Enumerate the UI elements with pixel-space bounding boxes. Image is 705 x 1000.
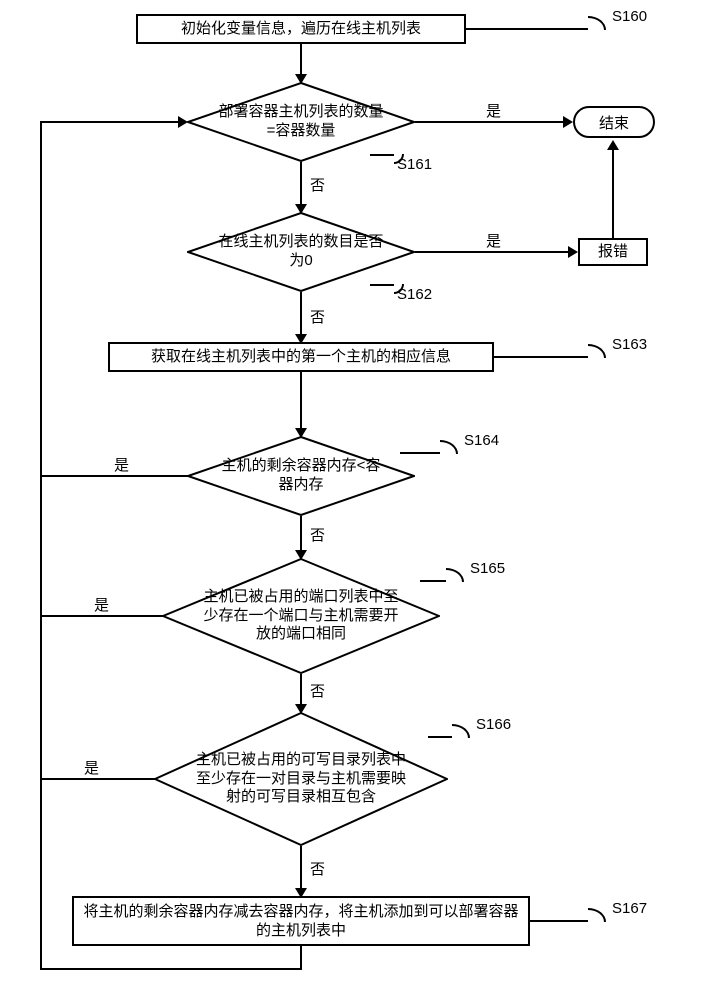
- yes-label-s166: 是: [82, 757, 101, 778]
- step-s167-tag: S167: [610, 900, 649, 917]
- no-label-s161: 否: [308, 174, 327, 195]
- step-s160-tag: S160: [610, 8, 649, 25]
- no-label-s166: 否: [308, 858, 327, 879]
- error-node: 报错: [578, 238, 648, 266]
- decision-s166-text: 主机已被占用的可写目录列表中至少存在一对目录与主机需要映射的可写目录相互包含: [154, 751, 448, 807]
- end-node: 结束: [573, 106, 655, 138]
- decision-s166-tag: S166: [474, 716, 513, 733]
- yes-label-s161: 是: [484, 100, 503, 121]
- decision-s164-text: 主机的剩余容器内存<容器内存: [187, 457, 415, 495]
- yes-label-s164: 是: [112, 454, 131, 475]
- decision-s164-tag: S164: [462, 432, 501, 449]
- no-label-s162: 否: [308, 306, 327, 327]
- step-s160-text: 初始化变量信息，遍历在线主机列表: [181, 19, 421, 39]
- step-s163-text: 获取在线主机列表中的第一个主机的相应信息: [151, 347, 451, 367]
- decision-s165-text: 主机已被占用的端口列表中至少存在一个端口与主机需要开放的端口相同: [162, 588, 440, 644]
- decision-s161-text: 部署容器主机列表的数量=容器数量: [187, 103, 415, 141]
- step-s163: 获取在线主机列表中的第一个主机的相应信息: [108, 342, 494, 372]
- decision-s166: 主机已被占用的可写目录列表中至少存在一对目录与主机需要映射的可写目录相互包含: [154, 712, 448, 846]
- decision-s161: 部署容器主机列表的数量=容器数量: [187, 82, 415, 162]
- decision-s162: 在线主机列表的数目是否为0: [187, 212, 415, 292]
- error-text: 报错: [598, 242, 628, 262]
- yes-label-s165: 是: [92, 594, 111, 615]
- feedback-bus: [40, 122, 42, 970]
- decision-s165: 主机已被占用的端口列表中至少存在一个端口与主机需要开放的端口相同: [162, 558, 440, 674]
- end-text: 结束: [599, 112, 629, 133]
- no-label-s164: 否: [308, 524, 327, 545]
- step-s167-text: 将主机的剩余容器内存减去容器内存，将主机添加到可以部署容器的主机列表中: [82, 902, 520, 941]
- decision-s162-text: 在线主机列表的数目是否为0: [187, 233, 415, 271]
- step-s167: 将主机的剩余容器内存减去容器内存，将主机添加到可以部署容器的主机列表中: [72, 896, 530, 946]
- yes-label-s162: 是: [484, 230, 503, 251]
- step-s163-tag: S163: [610, 336, 649, 353]
- step-s160: 初始化变量信息，遍历在线主机列表: [136, 14, 466, 44]
- decision-s164: 主机的剩余容器内存<容器内存: [187, 436, 415, 516]
- decision-s165-tag: S165: [468, 560, 507, 577]
- no-label-s165: 否: [308, 680, 327, 701]
